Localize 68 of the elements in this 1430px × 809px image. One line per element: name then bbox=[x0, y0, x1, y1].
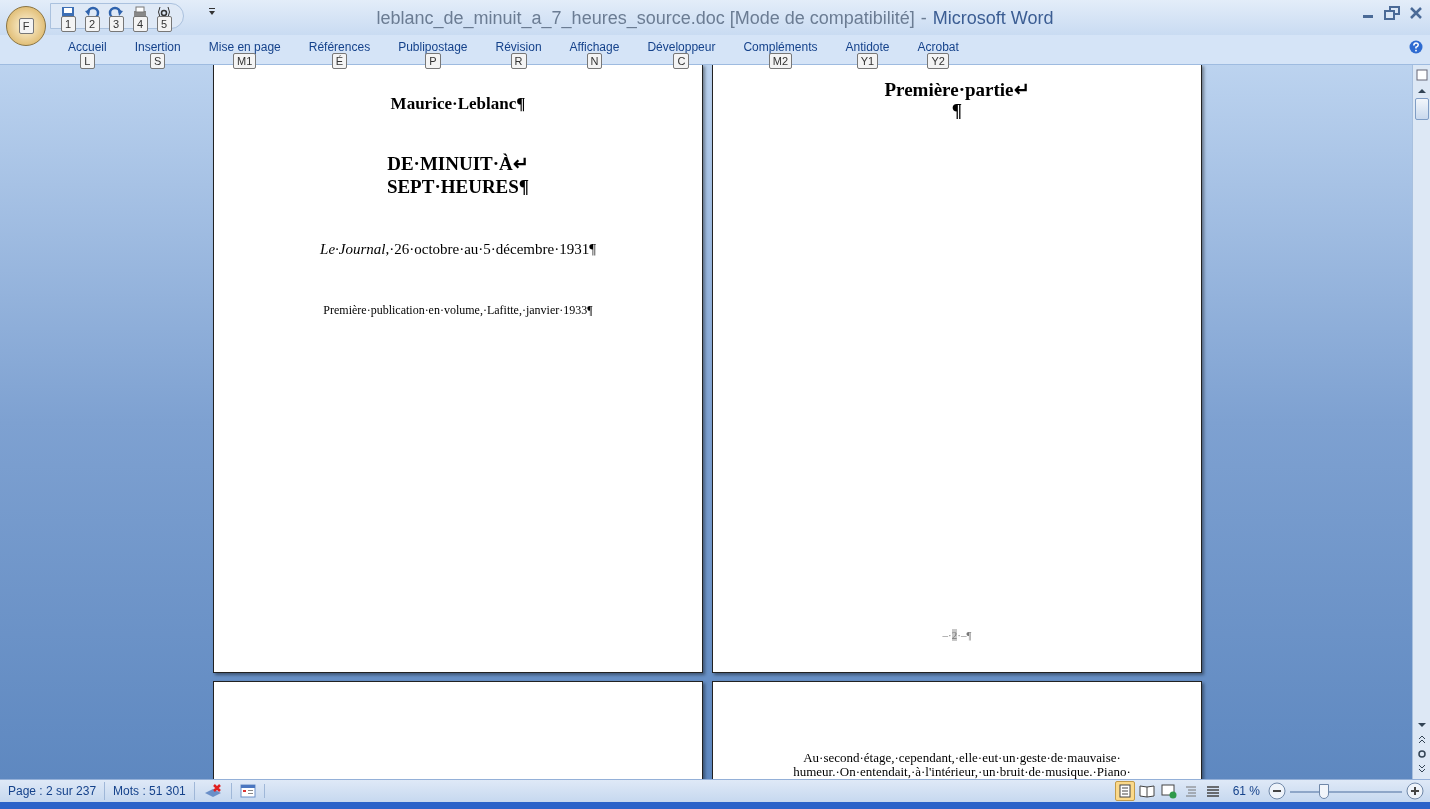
print-icon bbox=[132, 5, 148, 19]
ribbon-tab[interactable]: Insertion bbox=[128, 40, 187, 54]
macro-recording-icon[interactable] bbox=[239, 784, 256, 798]
customize-toolbar-button[interactable] bbox=[208, 8, 216, 16]
print-view-icon bbox=[1116, 783, 1133, 799]
keytip-badge: M2 bbox=[768, 53, 793, 69]
keytip-badge: Y1 bbox=[856, 53, 879, 69]
page-number-footer: –·2·–¶ bbox=[713, 626, 1201, 643]
close-icon[interactable] bbox=[1408, 6, 1424, 20]
keytip-badge: 3 bbox=[108, 16, 124, 32]
zoom-slider-thumb[interactable] bbox=[1318, 783, 1329, 799]
spell-icon bbox=[156, 5, 172, 19]
ribbon-tab[interactable]: Publipostage bbox=[392, 40, 474, 54]
keytip-badge: S bbox=[150, 53, 166, 69]
keytip-badge: C bbox=[673, 53, 690, 69]
print-view-button[interactable] bbox=[1114, 781, 1135, 801]
zoom-level: 61 % bbox=[1232, 783, 1260, 800]
app-name: Microsoft Word bbox=[932, 8, 1054, 28]
keytip-badge: 2 bbox=[84, 16, 100, 32]
reading-view-icon bbox=[1138, 783, 1155, 799]
window-title: leblanc_de_minuit_a_7_heures_source.doc [Mode de compatibilité] bbox=[376, 8, 915, 28]
title-separator: - bbox=[920, 8, 927, 28]
keytip-badge: É bbox=[331, 53, 348, 69]
ribbon-tab[interactable]: Accueil bbox=[62, 40, 113, 54]
word-count: Mots : 51 301 bbox=[105, 782, 195, 800]
zoom-out-icon[interactable] bbox=[1268, 782, 1286, 800]
keytip-badge: 1 bbox=[60, 16, 76, 32]
web-view-icon bbox=[1160, 783, 1177, 799]
ruler-toggle-icon[interactable] bbox=[1415, 68, 1428, 82]
publication-line: Le·Journal,·26·octobre·au·5·décembre·1931¶ bbox=[320, 239, 596, 259]
ribbon-tab[interactable]: Antidote bbox=[839, 40, 896, 54]
ribbon-tab[interactable]: Acrobat bbox=[911, 40, 965, 54]
ribbon-tab[interactable]: Révision bbox=[489, 40, 548, 54]
vertical-scrollbar[interactable] bbox=[1412, 65, 1430, 779]
quick-access-button[interactable] bbox=[107, 5, 125, 19]
undo-icon bbox=[84, 5, 100, 19]
ribbon-tab[interactable]: Références bbox=[302, 40, 377, 54]
help-icon[interactable] bbox=[1409, 40, 1423, 54]
browse-object-icon[interactable] bbox=[1415, 748, 1428, 760]
publication-note: Première·publication·en·volume,·Lafitte,·janvier·1933¶ bbox=[323, 302, 593, 319]
body-paragraph: Au·second·étage,·cependant,·elle·eut·un·geste·de·mauvaise· humeur.·On·entendait,·à·l'intérieur,·un·bruit·de·musique.·Piano· bbox=[792, 751, 1131, 779]
restore-icon[interactable] bbox=[1384, 6, 1400, 20]
quick-access-button[interactable] bbox=[155, 5, 173, 19]
zoom-slider[interactable] bbox=[1290, 782, 1402, 800]
office-button[interactable]: F bbox=[6, 6, 46, 46]
quick-access-button[interactable] bbox=[83, 5, 101, 19]
keytip-badge: L bbox=[79, 53, 95, 69]
keytip-badge: M1 bbox=[233, 53, 257, 69]
draft-view-icon bbox=[1204, 783, 1221, 799]
ribbon-tab[interactable]: Développeur bbox=[641, 40, 722, 54]
web-view-button[interactable] bbox=[1158, 781, 1179, 801]
title-heading: DE·MINUIT·À↵ SEPT·HEURES¶ bbox=[386, 151, 530, 198]
ribbon-tab[interactable]: Mise en page bbox=[202, 40, 287, 54]
scroll-thumb[interactable] bbox=[1414, 98, 1429, 120]
page-count: Page : 2 sur 237 bbox=[0, 782, 106, 800]
keytip-badge: R bbox=[510, 53, 527, 69]
redo-icon bbox=[108, 5, 124, 19]
ribbon-tab[interactable]: Compléments bbox=[737, 40, 824, 54]
zoom-in-icon[interactable] bbox=[1406, 782, 1424, 800]
author-line: Maurice·Leblanc¶ bbox=[390, 93, 526, 115]
keytip-badge: 5 bbox=[156, 16, 172, 32]
keytip-badge: F bbox=[18, 18, 34, 34]
ribbon-tab[interactable]: Affichage bbox=[563, 40, 626, 54]
part-heading: Première·partie↵ ¶ bbox=[884, 79, 1030, 121]
keytip-badge: N bbox=[586, 53, 603, 69]
keytip-badge: 4 bbox=[132, 16, 148, 32]
keytip-badge: P bbox=[425, 53, 441, 69]
keytip-badge: Y2 bbox=[927, 53, 949, 69]
